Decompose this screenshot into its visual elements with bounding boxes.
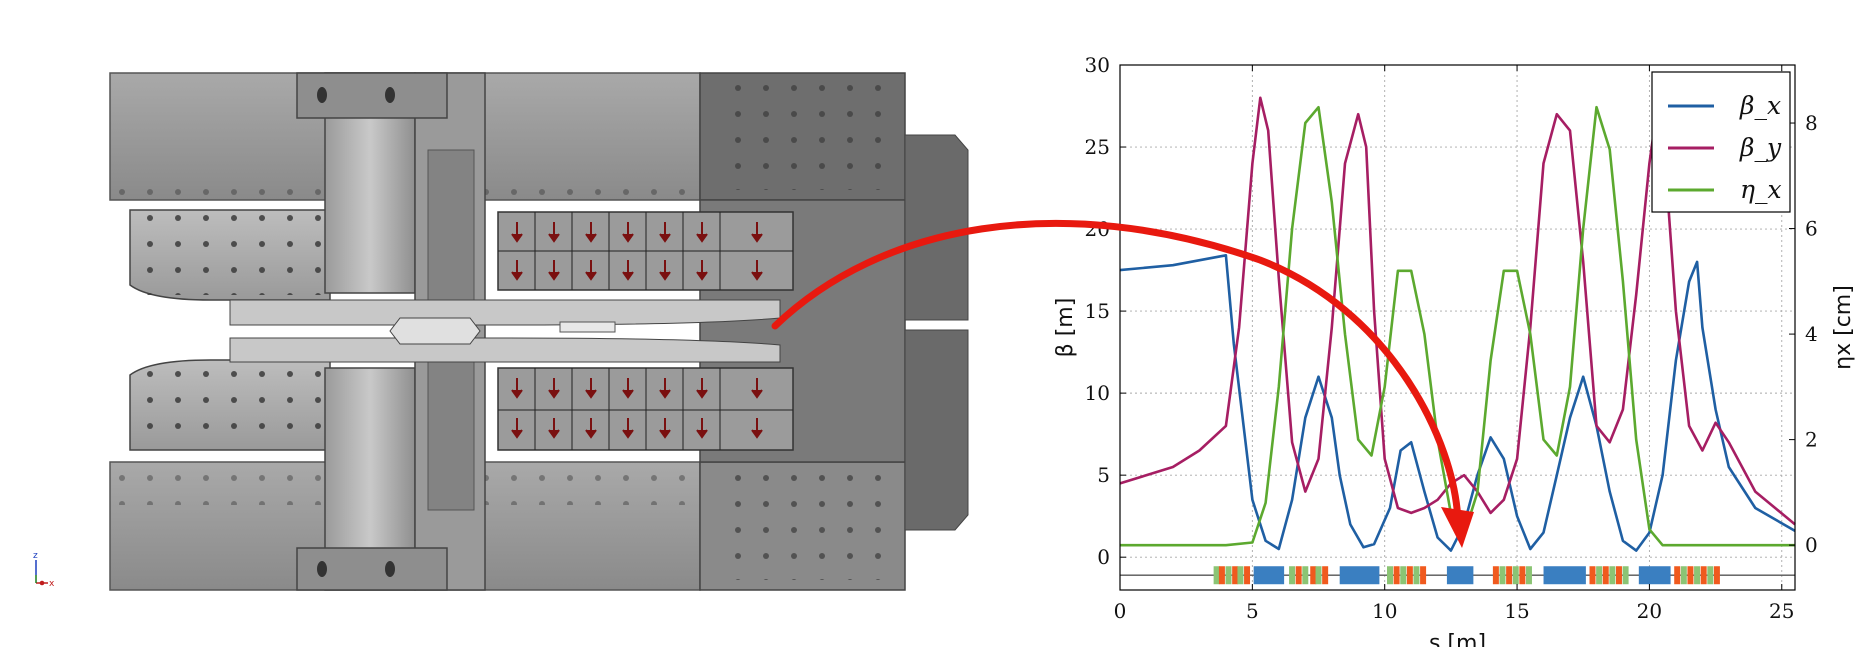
quadrupole-magnet bbox=[1674, 566, 1681, 585]
y2-tick-label: 2 bbox=[1805, 428, 1818, 452]
y2-tick-label: 6 bbox=[1805, 217, 1818, 241]
dipole-magnet bbox=[1253, 566, 1285, 585]
legend: β_x β_y η_x bbox=[1651, 71, 1791, 213]
quadrupole-magnet bbox=[1310, 566, 1317, 585]
sextupole-magnet bbox=[1400, 566, 1407, 585]
magnet-lattice-bar bbox=[1120, 566, 1795, 585]
quadrupole-magnet bbox=[1232, 566, 1239, 585]
y2-axis-label: ηx [cm] bbox=[1831, 285, 1856, 370]
quadrupole-magnet bbox=[1506, 566, 1513, 585]
y-tick-label: 30 bbox=[1085, 53, 1110, 77]
sextupole-magnet bbox=[1387, 566, 1393, 585]
quadrupole-magnet bbox=[1218, 566, 1225, 585]
red-arrow-annotation bbox=[771, 219, 1474, 548]
sextupole-magnet bbox=[1302, 566, 1309, 585]
sextupole-magnet bbox=[1707, 566, 1714, 585]
quadrupole-magnet bbox=[1615, 566, 1622, 585]
x-tick-label: 25 bbox=[1769, 599, 1794, 623]
sextupole-magnet bbox=[1499, 566, 1506, 585]
x-axis-label: s [m] bbox=[1429, 631, 1486, 647]
y-tick-label: 15 bbox=[1085, 299, 1110, 323]
sextupole-magnet bbox=[1413, 566, 1420, 585]
quadrupole-magnet bbox=[1295, 566, 1302, 585]
y-axis-label: β [m] bbox=[1053, 298, 1078, 358]
quadrupole-magnet bbox=[1492, 566, 1499, 585]
sextupole-magnet bbox=[1315, 566, 1322, 585]
quadrupole-magnet bbox=[1406, 566, 1413, 585]
legend-label: β_x bbox=[1739, 91, 1781, 120]
x-tick-label: 20 bbox=[1637, 599, 1662, 623]
quadrupole-magnet bbox=[1393, 566, 1400, 585]
sextupole-magnet bbox=[1525, 566, 1532, 585]
sextupole-magnet bbox=[1609, 566, 1616, 585]
y2-tick-label: 0 bbox=[1805, 533, 1818, 557]
quadrupole-magnet bbox=[1244, 566, 1251, 585]
dipole-magnet bbox=[1339, 566, 1380, 585]
sextupole-magnet bbox=[1622, 566, 1629, 585]
y-tick-label: 0 bbox=[1097, 545, 1110, 569]
quadrupole-magnet bbox=[1700, 566, 1707, 585]
dipole-magnet bbox=[1446, 566, 1474, 585]
dipole-magnet bbox=[1638, 566, 1671, 585]
beta-function-chart: 0 5 10 15 20 2505101520253002468 s [m] β [m] … bbox=[771, 53, 1856, 647]
quadrupole-magnet bbox=[1420, 566, 1427, 585]
x-tick-label: 5 bbox=[1246, 599, 1259, 623]
sextupole-magnet bbox=[1289, 566, 1296, 585]
y-tick-label: 25 bbox=[1085, 135, 1110, 159]
y-tick-label: 10 bbox=[1085, 381, 1110, 405]
quadrupole-magnet bbox=[1322, 566, 1329, 585]
y-tick-label: 5 bbox=[1097, 463, 1110, 487]
sextupole-magnet bbox=[1680, 566, 1687, 585]
sextupole-magnet bbox=[1512, 566, 1519, 585]
quadrupole-magnet bbox=[1713, 566, 1720, 585]
x-tick-label: 0 bbox=[1114, 599, 1127, 623]
sextupole-magnet bbox=[1596, 566, 1603, 585]
sextupole-magnet bbox=[1694, 566, 1701, 585]
quadrupole-magnet bbox=[1519, 566, 1526, 585]
dipole-magnet bbox=[1543, 566, 1586, 585]
y2-tick-label: 8 bbox=[1805, 111, 1818, 135]
legend-label: η_x bbox=[1740, 175, 1782, 204]
x-tick-label: 15 bbox=[1504, 599, 1529, 623]
x-tick-label: 10 bbox=[1372, 599, 1397, 623]
y2-tick-label: 4 bbox=[1805, 322, 1818, 346]
sextupole-magnet bbox=[1225, 566, 1232, 585]
sextupole-magnet bbox=[1237, 566, 1244, 585]
quadrupole-magnet bbox=[1687, 566, 1694, 585]
quadrupole-magnet bbox=[1589, 566, 1596, 585]
legend-label: β_y bbox=[1739, 133, 1782, 162]
quadrupole-magnet bbox=[1602, 566, 1609, 585]
sextupole-magnet bbox=[1213, 566, 1220, 585]
